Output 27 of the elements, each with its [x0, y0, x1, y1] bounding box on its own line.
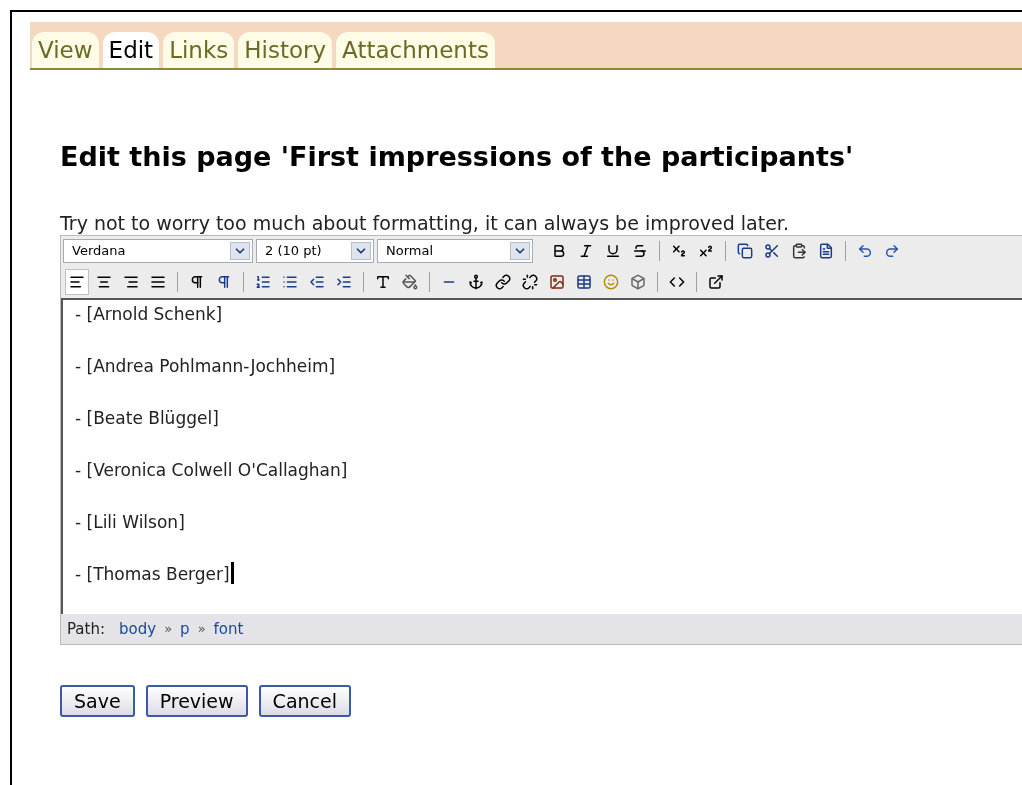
tab[interactable]: Edit — [102, 32, 160, 68]
tab[interactable]: Attachments — [336, 32, 495, 68]
path-label: Path: — [67, 618, 105, 640]
editor-line: - [Thomas Berger] — [75, 562, 1022, 614]
page-heading: Edit this page 'First impressions of the participants' — [60, 140, 855, 174]
editor-line: - [Andrea Pohlmann-Jochheim] — [75, 355, 337, 378]
editor-line: - [Arnold Schenk] — [75, 303, 224, 326]
editor-line: - [Beate Blüggel] — [75, 407, 220, 430]
size-select[interactable]: 2 (10 pt) — [256, 239, 374, 263]
path-separator: » — [197, 620, 206, 639]
align-left-icon[interactable] — [65, 269, 89, 295]
editor-content[interactable]: - [Arnold Schenk] - [Andrea Pohlmann-Jochheim] - [Beate Blüggel] - [Veronica Colwell O'Callaghan] - [Lili Wilson] - [Thomas Berger] — [61, 298, 1022, 614]
form-button[interactable]: Cancel — [258, 685, 351, 717]
hint-text: Try not to worry too much about formatting, it can always be improved later. — [60, 211, 790, 235]
editor-line: - [Veronica Colwell O'Callaghan] — [75, 459, 349, 482]
format-select[interactable]: Normal — [377, 239, 533, 263]
path-link[interactable]: p — [180, 617, 190, 641]
form-button[interactable]: Preview — [145, 685, 248, 717]
tab[interactable]: View — [32, 32, 99, 68]
path-link[interactable]: font — [213, 617, 244, 641]
form-button[interactable]: Save — [60, 685, 135, 717]
tab[interactable]: History — [238, 32, 333, 68]
editor-line: - [Lili Wilson] — [75, 511, 186, 534]
path-separator: » — [164, 620, 173, 639]
font-select[interactable]: Verdana — [63, 239, 253, 263]
tab[interactable]: Links — [163, 32, 235, 68]
path-link[interactable]: body — [119, 617, 157, 641]
